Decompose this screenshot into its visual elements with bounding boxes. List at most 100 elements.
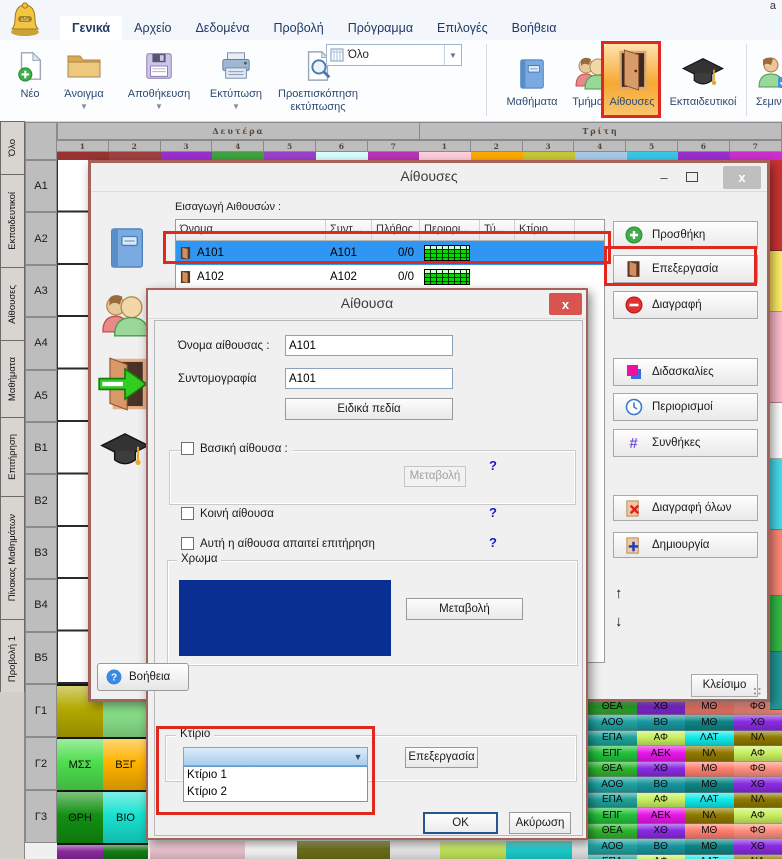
timetable-cell[interactable] (103, 843, 148, 859)
column-header-2[interactable]: Πλήθος (372, 220, 420, 240)
menu-item-Πρόγραμμα[interactable]: Πρόγραμμα (336, 16, 425, 40)
timetable-cell[interactable] (390, 841, 440, 859)
timetable-cell[interactable]: ΑΟΘ (588, 715, 637, 731)
column-header-0[interactable]: Όνομα (176, 220, 326, 240)
subjects-button[interactable]: Μαθήματα (500, 44, 564, 108)
timetable-cell-top[interactable] (678, 152, 730, 160)
timetable-cell[interactable]: ΝΛ (734, 793, 782, 809)
timetable-cell[interactable]: ΒΘ (637, 839, 686, 855)
timetable-cell[interactable]: ΑΦ (734, 808, 782, 824)
timetable-cell[interactable]: ΕΠΑ (588, 855, 637, 859)
dropdown-option-Κτίριο 1[interactable]: Κτίριο 1 (184, 767, 367, 784)
timetable-cell[interactable]: ΒΞΓ (103, 737, 148, 790)
timetable-cell[interactable] (57, 843, 103, 859)
timetable-edge-cell[interactable] (770, 251, 782, 312)
open-button[interactable]: Άνοιγμα ▼ (52, 44, 116, 114)
close-button[interactable]: Κλείσιμο (691, 674, 758, 697)
edit-button[interactable]: Επεξεργασία (613, 255, 758, 283)
side-tab-Πίνακας Μαθημάτων[interactable]: Πίνακας Μαθημάτων (0, 496, 25, 620)
teachings-button[interactable]: Διδασκαλίες (613, 358, 758, 386)
timetable-cell[interactable]: ΑΦ (637, 793, 686, 809)
timetable-cell[interactable]: ΜΘ (685, 839, 734, 855)
timetable-cell[interactable]: ΛΑΤ (685, 731, 734, 747)
chevron-down-icon[interactable]: ▼ (444, 45, 461, 65)
new-button[interactable]: Νέο (8, 44, 52, 114)
help-question-mark[interactable]: ? (489, 535, 497, 550)
timetable-cell-top[interactable] (57, 152, 109, 160)
timetable-cell[interactable]: ΝΛ (734, 731, 782, 747)
timetable-cell[interactable]: ΕΠΓ (588, 808, 637, 824)
timetable-cell[interactable]: ΧΘ (637, 762, 686, 778)
chevron-down-icon[interactable]: ▼ (155, 103, 163, 111)
supervision-checkbox[interactable] (181, 537, 194, 550)
timetable-edge-cell[interactable] (770, 596, 782, 652)
delete-button[interactable]: Διαγραφή (613, 291, 758, 319)
table-row[interactable]: A102A1020/0 (176, 265, 604, 289)
timetable-cell-top[interactable] (627, 152, 679, 160)
column-header-3[interactable]: Περιορι... (420, 220, 480, 240)
move-down-arrow[interactable]: ↓ (615, 613, 623, 630)
timetable-cell[interactable]: ΜΘ (685, 777, 734, 793)
building-edit-button[interactable]: Επεξεργασία (405, 747, 478, 768)
help-question-mark[interactable]: ? (489, 458, 497, 473)
timetable-cell[interactable]: ΝΛ (685, 746, 734, 762)
timetable-cell-top[interactable] (419, 152, 471, 160)
close-icon[interactable]: x (723, 166, 761, 189)
color-change-button[interactable]: Μεταβολή (406, 598, 523, 620)
chevron-down-icon[interactable]: ▼ (232, 103, 240, 111)
room-abbr-input[interactable] (285, 368, 453, 389)
timetable-cell[interactable] (150, 841, 245, 859)
menu-item-Δεδομένα[interactable]: Δεδομένα (183, 16, 261, 40)
timetable-cell-top[interactable] (264, 152, 316, 160)
delete-all-button[interactable]: Διαγραφή όλων (613, 495, 758, 521)
timetable-cell[interactable]: ΘΕΑ (588, 824, 637, 840)
timetable-cell[interactable] (297, 841, 390, 859)
timetable-cell-top[interactable] (161, 152, 213, 160)
timetable-cell-top[interactable] (523, 152, 575, 160)
timetable-edge-cell[interactable] (770, 312, 782, 403)
column-header-5[interactable]: Κτίριο (515, 220, 575, 240)
timetable-cell[interactable]: ΝΛ (734, 855, 782, 859)
timetable-cell[interactable]: ΑΕΚ (637, 808, 686, 824)
chevron-down-icon[interactable]: ▼ (80, 103, 88, 111)
timetable-cell[interactable]: ΜΣΣ (57, 737, 103, 790)
timetable-cell[interactable]: ΘΕΑ (588, 762, 637, 778)
graduation-cap-icon[interactable] (99, 431, 151, 478)
timetable-cell[interactable] (245, 841, 297, 859)
timetable-cell[interactable]: ΝΛ (685, 808, 734, 824)
timetable-cell-top[interactable] (471, 152, 523, 160)
conditions-button[interactable]: # Συνθήκες (613, 429, 758, 457)
timetable-cell[interactable]: ΑΦ (734, 746, 782, 762)
view-select-combo[interactable]: Όλο ▼ (326, 44, 462, 66)
rooms-dialog-titlebar[interactable]: Αίθουσες – x (91, 163, 767, 192)
timetable-cell[interactable]: ΒΙΟ (103, 790, 148, 843)
special-fields-button[interactable]: Ειδικά πεδία (285, 398, 453, 420)
home-room-checkbox[interactable] (181, 442, 194, 455)
door-exit-icon[interactable] (97, 355, 153, 418)
shared-room-checkbox[interactable] (181, 507, 194, 520)
timetable-edge-cell[interactable] (770, 530, 782, 596)
timetable-cell[interactable]: ΒΘ (637, 777, 686, 793)
side-tab-Επιτήρηση[interactable]: Επιτήρηση (0, 417, 25, 497)
menu-item-Βοήθεια[interactable]: Βοήθεια (500, 16, 569, 40)
timetable-cell[interactable]: ΦΘ (734, 762, 782, 778)
home-room-checkbox-row[interactable]: Βασική αίθουσα : (181, 442, 293, 455)
dropdown-option-Κτίριο 2[interactable]: Κτίριο 2 (184, 784, 367, 801)
print-button[interactable]: Εκτύπωση ▼ (202, 44, 270, 114)
cancel-button[interactable]: Ακύρωση (509, 812, 571, 834)
side-tab-Αίθουσες[interactable]: Αίθουσες (0, 267, 25, 341)
timetable-cell-top[interactable] (109, 152, 161, 160)
timetable-cell-top[interactable] (575, 152, 627, 160)
move-up-arrow[interactable]: ↑ (615, 585, 623, 602)
ok-button[interactable]: OK (423, 812, 498, 834)
save-button[interactable]: Αποθήκευση ▼ (116, 44, 202, 114)
timetable-cell[interactable]: ΕΠΑ (588, 731, 637, 747)
generate-button[interactable]: Δημιουργία (613, 532, 758, 558)
timetable-cell-top[interactable] (316, 152, 368, 160)
book-icon[interactable] (105, 225, 149, 276)
add-button[interactable]: Προσθήκη (613, 221, 758, 249)
restrictions-button[interactable]: Περιορισμοί (613, 393, 758, 421)
side-tab-Εκπαιδευτικοί[interactable]: Εκπαιδευτικοί (0, 174, 25, 268)
timetable-cell[interactable]: ΑΟΘ (588, 777, 637, 793)
side-tab-Μαθήματα[interactable]: Μαθήματα (0, 340, 25, 418)
